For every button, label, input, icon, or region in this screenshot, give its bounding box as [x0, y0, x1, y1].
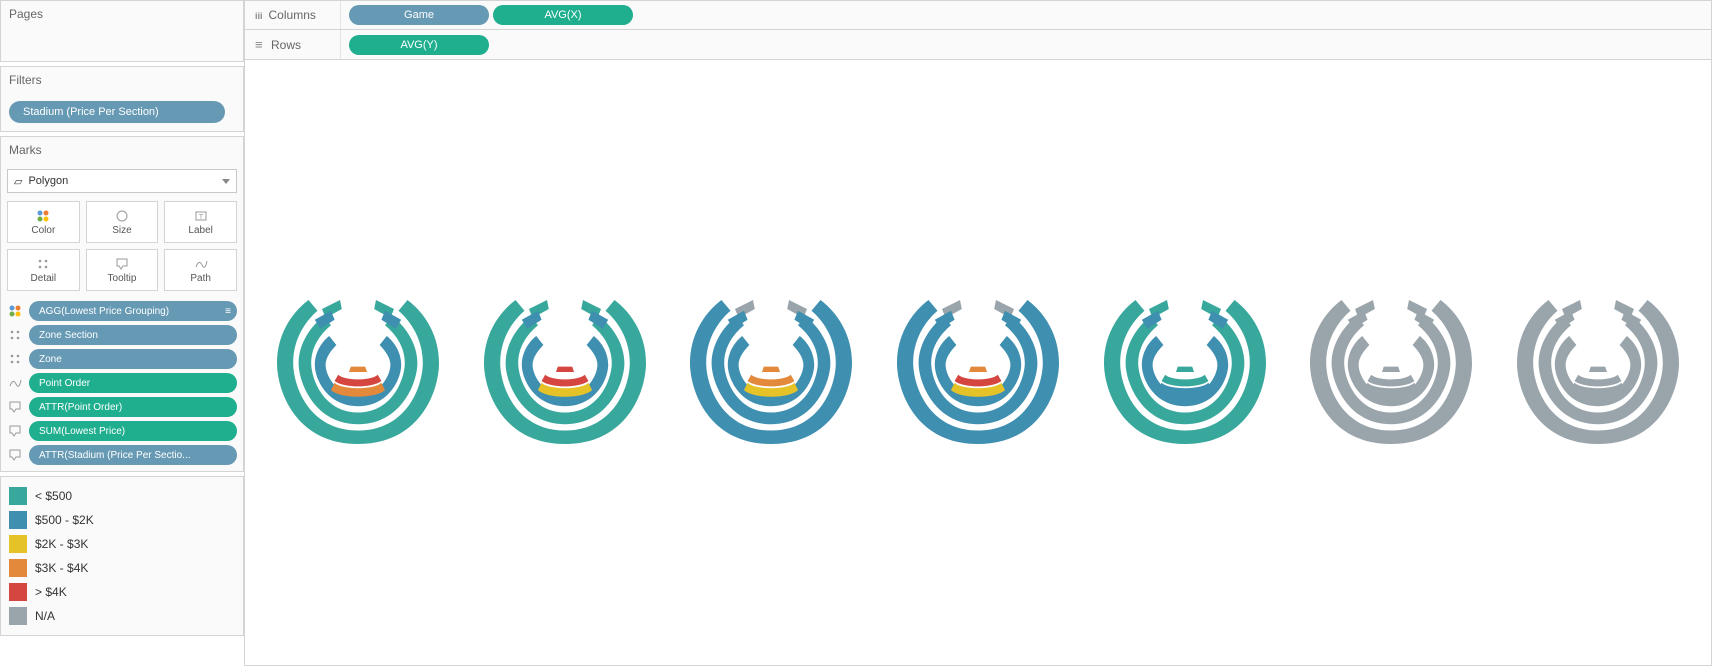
tooltip-icon: [7, 400, 23, 414]
shelves: Columns GameAVG(X) Rows AVG(Y): [244, 0, 1712, 60]
stadium-map: [1301, 273, 1481, 453]
mark-field-pill[interactable]: ATTR(Stadium (Price Per Sectio...: [29, 445, 237, 465]
path-icon: [7, 376, 23, 390]
legend-item[interactable]: $2K - $3K: [9, 535, 235, 553]
mark-field-pill[interactable]: Point Order: [29, 373, 237, 393]
mark-type-select[interactable]: ▱ Polygon: [7, 169, 237, 193]
detail-icon: [7, 328, 23, 342]
chevron-down-icon: [222, 179, 230, 184]
columns-icon: [255, 8, 263, 22]
legend-card: < $500 $500 - $2K $2K - $3K $3K - $4K > $4K N…: [0, 476, 244, 636]
stadium-map: [268, 273, 448, 453]
columns-label: Columns: [269, 8, 316, 22]
mark-field-pill[interactable]: Zone Section: [29, 325, 237, 345]
stadium-map: [1508, 273, 1688, 453]
mark-field-pill[interactable]: SUM(Lowest Price): [29, 421, 237, 441]
mark-size-button[interactable]: Size: [86, 201, 159, 243]
mark-color-button[interactable]: Color: [7, 201, 80, 243]
legend-swatch: [9, 511, 27, 529]
mark-field-pill[interactable]: Zone: [29, 349, 237, 369]
legend-label: $500 - $2K: [35, 513, 94, 527]
pages-card: Pages: [0, 0, 244, 62]
tooltip-icon: [114, 257, 130, 271]
path-icon: [193, 257, 209, 271]
rows-shelf[interactable]: Rows AVG(Y): [244, 30, 1712, 60]
filters-card: Filters Stadium (Price Per Section): [0, 66, 244, 132]
legend-label: < $500: [35, 489, 72, 503]
legend-swatch: [9, 559, 27, 577]
stadium-map: [475, 273, 655, 453]
mark-type-label: Polygon: [28, 175, 68, 187]
label-icon: T: [193, 209, 209, 223]
mark-cell-label: Size: [112, 225, 131, 236]
size-icon: [114, 209, 130, 223]
mark-cell-label: Color: [31, 225, 55, 236]
legend-label: > $4K: [35, 585, 67, 599]
color-icon: [35, 209, 51, 223]
visualization-canvas[interactable]: [244, 60, 1712, 666]
stadium-map: [681, 273, 861, 453]
columns-shelf[interactable]: Columns GameAVG(X): [244, 0, 1712, 30]
mark-cell-label: Tooltip: [108, 273, 137, 284]
legend-swatch: [9, 487, 27, 505]
legend-item[interactable]: $3K - $4K: [9, 559, 235, 577]
mark-label-button[interactable]: T Label: [164, 201, 237, 243]
color-icon: [7, 304, 23, 318]
legend-swatch: [9, 535, 27, 553]
detail-icon: [35, 257, 51, 271]
legend-label: $2K - $3K: [35, 537, 88, 551]
rows-label: Rows: [271, 38, 301, 52]
mark-cell-label: Detail: [31, 273, 57, 284]
stadium-map: [888, 273, 1068, 453]
legend-swatch: [9, 583, 27, 601]
tooltip-icon: [7, 448, 23, 462]
polygon-icon: ▱: [14, 175, 22, 188]
mark-cell-label: Label: [188, 225, 212, 236]
mark-detail-button[interactable]: Detail: [7, 249, 80, 291]
legend-item[interactable]: N/A: [9, 607, 235, 625]
sort-icon: ≡: [225, 306, 231, 317]
shelf-pill[interactable]: Game: [349, 5, 489, 25]
stadium-map: [1095, 273, 1275, 453]
mark-field-pill[interactable]: ATTR(Point Order): [29, 397, 237, 417]
mark-cell-label: Path: [190, 273, 211, 284]
legend-label: $3K - $4K: [35, 561, 88, 575]
legend-item[interactable]: > $4K: [9, 583, 235, 601]
legend-label: N/A: [35, 609, 55, 623]
mark-path-button[interactable]: Path: [164, 249, 237, 291]
field-pill[interactable]: Stadium (Price Per Section): [9, 101, 225, 123]
shelf-pill[interactable]: AVG(Y): [349, 35, 489, 55]
svg-text:T: T: [199, 214, 204, 221]
mark-tooltip-button[interactable]: Tooltip: [86, 249, 159, 291]
rows-icon: [255, 37, 265, 52]
marks-card: Marks ▱ Polygon Color Size T Label Detail Too…: [0, 136, 244, 472]
marks-title: Marks: [1, 137, 243, 163]
legend-swatch: [9, 607, 27, 625]
filters-title: Filters: [1, 67, 243, 93]
legend-item[interactable]: $500 - $2K: [9, 511, 235, 529]
tooltip-icon: [7, 424, 23, 438]
shelf-pill[interactable]: AVG(X): [493, 5, 633, 25]
legend-item[interactable]: < $500: [9, 487, 235, 505]
pages-title: Pages: [1, 1, 243, 27]
mark-field-pill[interactable]: AGG(Lowest Price Grouping)≡: [29, 301, 237, 321]
detail-icon: [7, 352, 23, 366]
